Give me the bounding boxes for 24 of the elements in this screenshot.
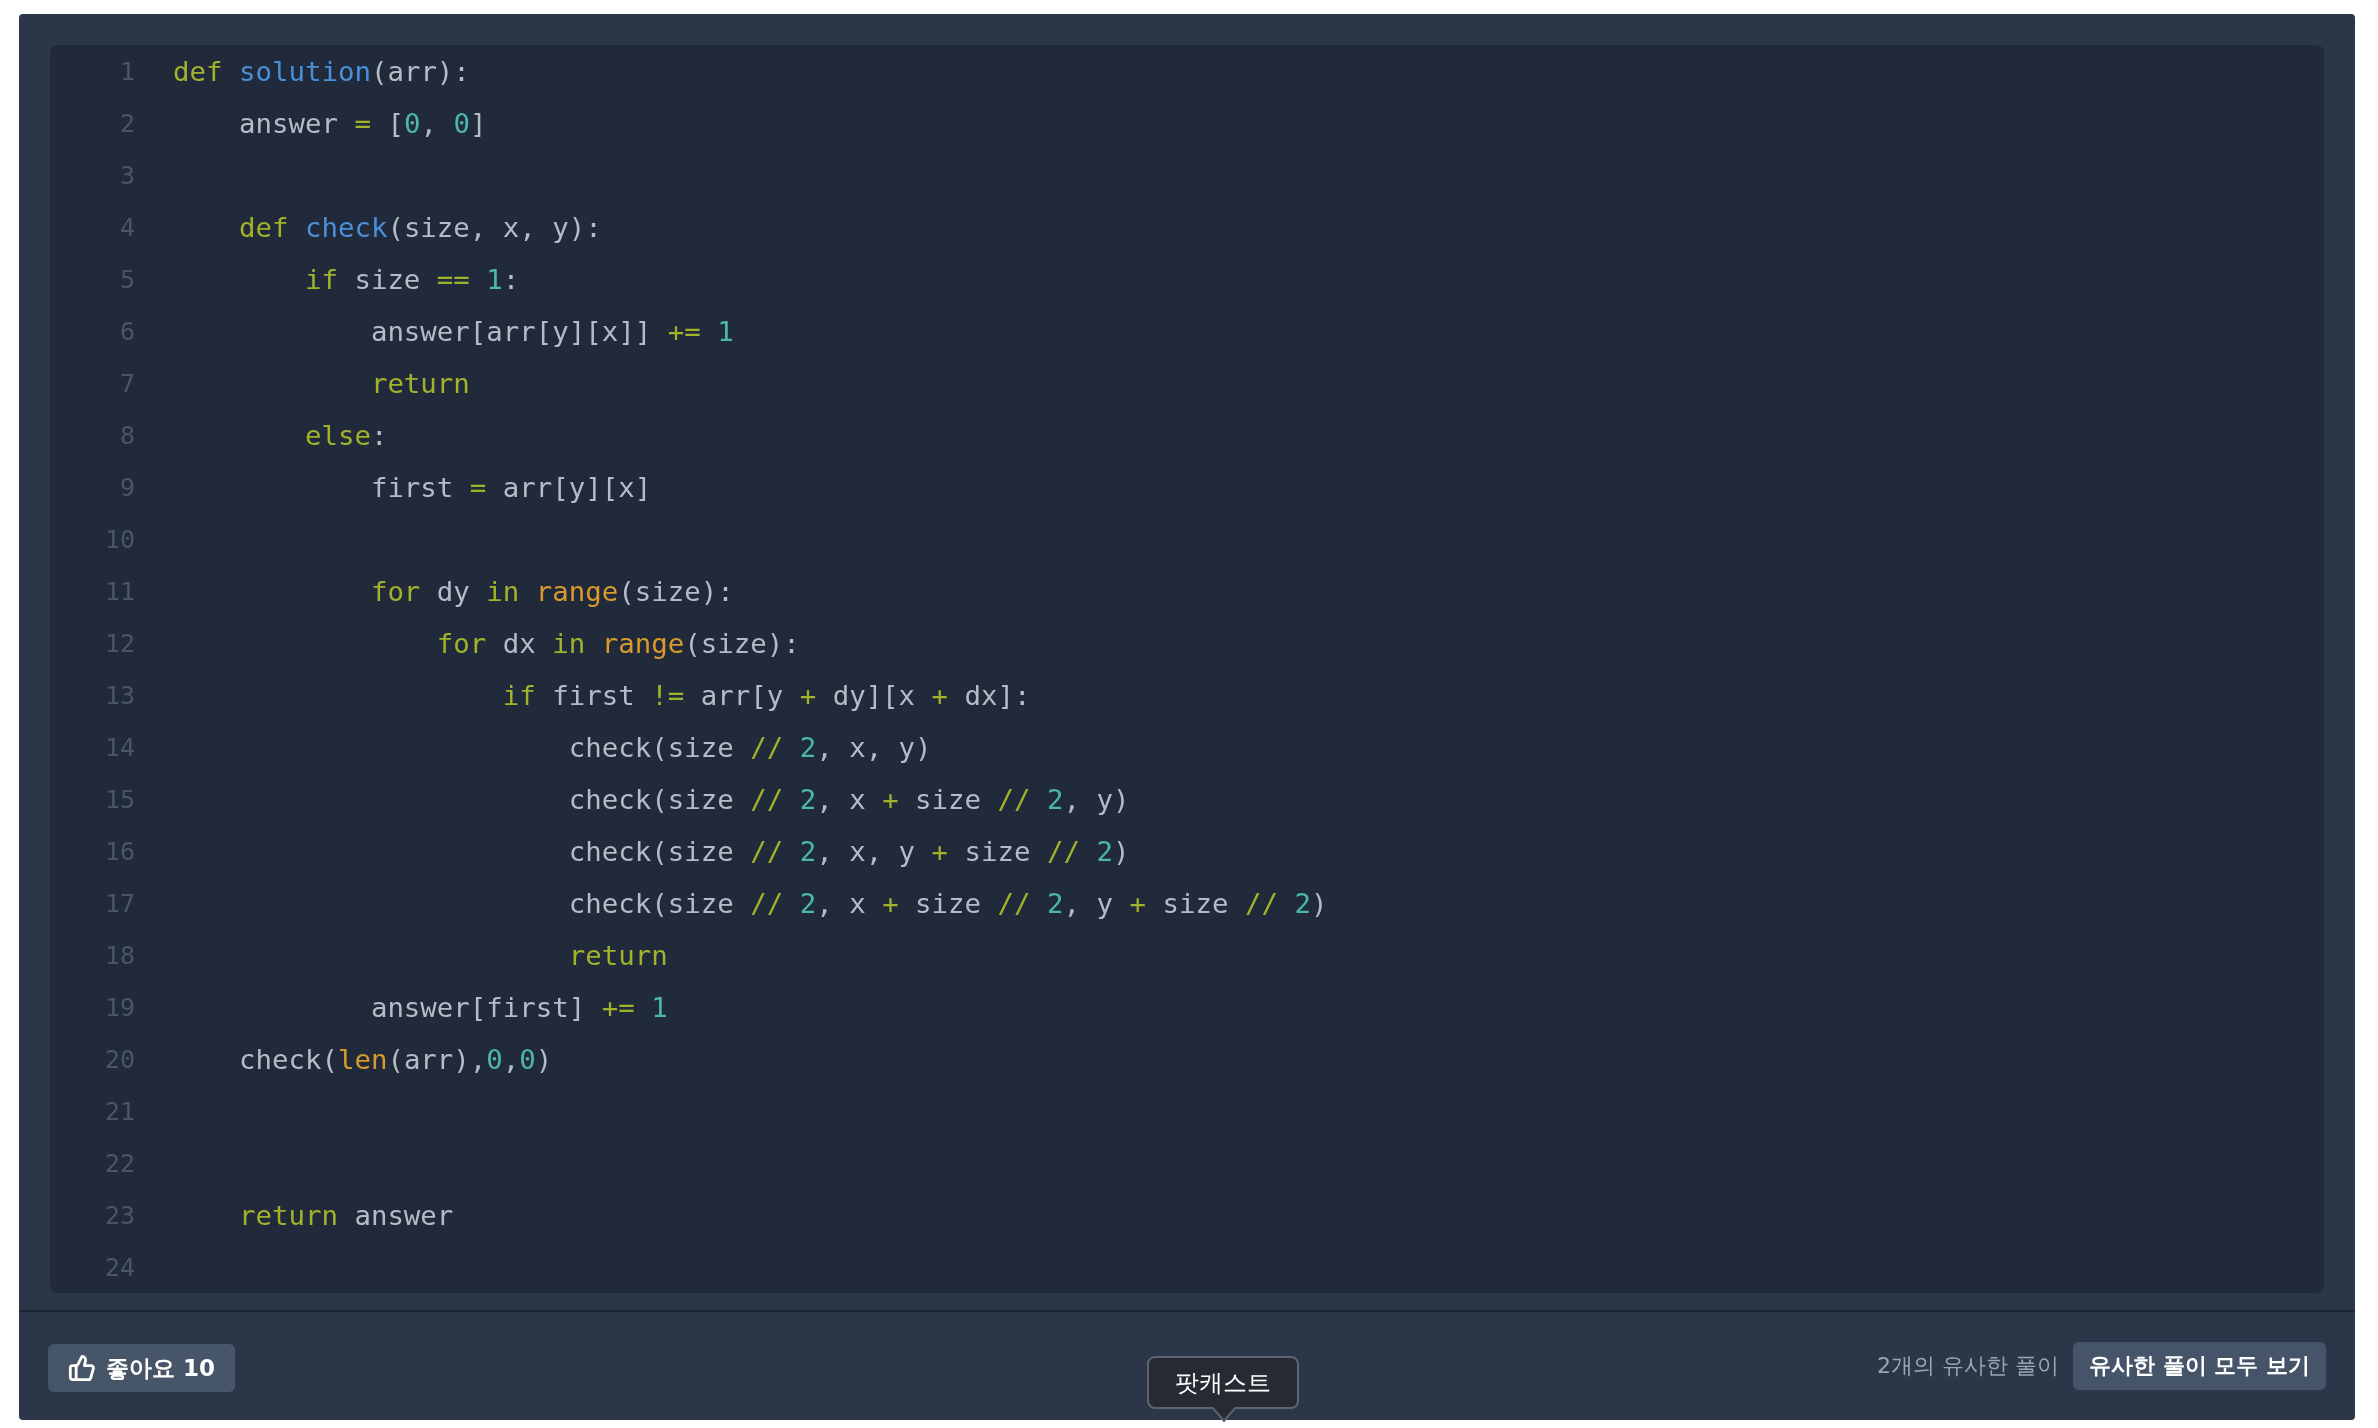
code-line: answer[first] += 1: [369, 991, 668, 1023]
code-line: for dy in range(size):: [369, 575, 734, 607]
code-line: check(size // 2, x + size // 2, y + size // 2): [567, 887, 1328, 919]
code-line: if first != arr[y + dy][x + dx]:: [501, 679, 1031, 711]
code-line: answer = [0, 0]: [237, 107, 487, 139]
code-line: check(size // 2, x, y): [567, 731, 932, 763]
code-line: check(len(arr),0,0): [237, 1043, 553, 1075]
code-line: if size == 1:: [303, 263, 520, 295]
code-line: else:: [303, 419, 388, 451]
code-line: def check(size, x, y):: [237, 211, 602, 243]
code-line: for dx in range(size):: [435, 627, 800, 659]
thumbs-up-icon: [68, 1354, 96, 1382]
similar-count: 2개의 유사한 풀이: [1877, 1352, 2059, 1380]
code-line: check(size // 2, x, y + size // 2): [567, 835, 1130, 867]
tooltip-arrow-icon: [1212, 1407, 1236, 1423]
code-line: return: [369, 367, 470, 399]
code-line: check(size // 2, x + size // 2, y): [567, 783, 1130, 815]
code-line: answer[arr[y][x]] += 1: [369, 315, 734, 347]
like-button[interactable]: 좋아요 10: [48, 1344, 235, 1392]
code-line: first = arr[y][x]: [369, 471, 652, 503]
code-line: return: [567, 939, 668, 971]
view-similar-button[interactable]: 유사한 풀이 모두 보기: [2073, 1342, 2326, 1390]
code-line: return answer: [237, 1199, 454, 1231]
code-line: def solution(arr):: [173, 55, 470, 87]
